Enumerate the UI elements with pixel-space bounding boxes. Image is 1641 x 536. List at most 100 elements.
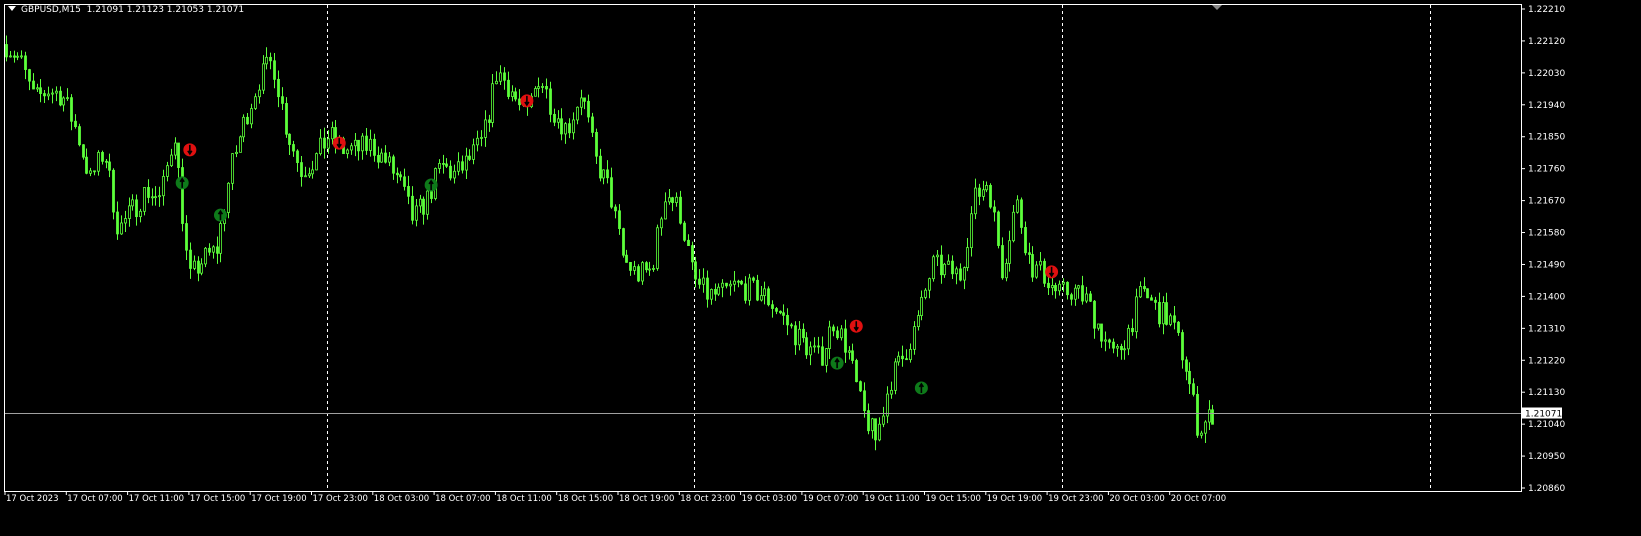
candle-body <box>357 139 360 152</box>
candle-body <box>1035 264 1038 278</box>
candle <box>116 201 119 240</box>
candle-body <box>20 55 23 58</box>
candle <box>928 277 931 299</box>
candle-body <box>269 56 272 62</box>
candle-body <box>537 86 540 89</box>
candle <box>534 86 537 97</box>
candle <box>867 403 870 435</box>
candle-body <box>258 89 261 98</box>
candle-body <box>637 266 640 282</box>
candle <box>618 204 621 235</box>
candle-body <box>702 277 705 285</box>
candle <box>706 270 709 308</box>
x-tick-label: 20 Oct 07:00 <box>1171 494 1226 504</box>
candle <box>1162 296 1165 335</box>
candle <box>943 262 946 278</box>
candle-body <box>863 390 866 412</box>
candle <box>258 84 261 104</box>
candle <box>407 175 410 205</box>
candle-body <box>28 69 31 82</box>
candle <box>197 256 200 282</box>
candle-body <box>139 210 142 218</box>
candle-body <box>714 289 717 295</box>
candle <box>924 288 927 300</box>
candle <box>541 83 544 94</box>
candle <box>625 249 628 263</box>
candle-body <box>112 169 115 213</box>
x-tick-label: 20 Oct 03:00 <box>1109 494 1164 504</box>
candle-body <box>840 328 843 339</box>
candle-body <box>897 355 900 363</box>
candle <box>947 254 950 265</box>
y-tick-label: 1.22210 <box>1528 5 1565 15</box>
candle <box>82 144 85 160</box>
candle <box>560 108 563 141</box>
candle <box>491 73 494 128</box>
candle <box>729 280 732 296</box>
candle <box>457 152 460 176</box>
candle <box>507 71 510 100</box>
candle <box>85 148 88 175</box>
candle-body <box>848 350 851 353</box>
sell-arrow-icon <box>520 94 534 108</box>
candle-body <box>89 170 92 174</box>
candle-body <box>1165 302 1168 325</box>
candle-body <box>871 418 874 432</box>
candle <box>62 96 65 112</box>
candle <box>901 345 904 367</box>
candle <box>403 168 406 191</box>
chart-shift-marker[interactable] <box>1212 5 1222 10</box>
dropdown-triangle-icon[interactable] <box>8 6 16 11</box>
candle-body <box>1070 294 1073 300</box>
candle <box>208 243 211 256</box>
candle <box>782 304 785 325</box>
candle <box>583 97 586 110</box>
candle-body <box>943 263 946 276</box>
candle-body <box>300 162 303 177</box>
candle-body <box>1054 285 1057 292</box>
candle <box>101 150 104 165</box>
candle-body <box>254 96 257 109</box>
candle-body <box>189 249 192 269</box>
candle-body <box>235 151 238 155</box>
candle-body <box>959 268 962 281</box>
x-tick-label: 19 Oct 15:00 <box>926 494 981 504</box>
candle <box>641 261 644 285</box>
candle-body <box>174 142 177 156</box>
candle-body <box>242 116 245 138</box>
price-chart[interactable]: 1.22210 1.22120 1.22030 1.21940 1.21850 1.217… <box>0 0 1641 536</box>
candle-body <box>821 346 824 366</box>
candle <box>687 234 690 246</box>
candle <box>1200 430 1203 439</box>
candle-body <box>1085 293 1088 302</box>
candle-body <box>721 282 724 288</box>
candle-body <box>85 156 88 174</box>
candle <box>239 135 242 153</box>
candle-body <box>1196 393 1199 436</box>
x-tick-label: 19 Oct 19:00 <box>987 494 1042 504</box>
buy-arrow-icon <box>424 178 438 192</box>
candle <box>1100 323 1103 348</box>
candle-body <box>392 156 395 174</box>
candle-body <box>767 288 770 306</box>
candle-body <box>124 218 127 224</box>
candle <box>181 158 184 232</box>
candle <box>595 128 598 164</box>
candle <box>55 86 58 102</box>
candle <box>242 114 245 143</box>
candle <box>1185 356 1188 381</box>
candle <box>1097 323 1100 331</box>
candle <box>1177 321 1180 336</box>
candle-body <box>514 91 517 100</box>
candle-body <box>13 55 16 58</box>
candle-body <box>595 132 598 157</box>
candle <box>281 87 284 110</box>
candle <box>143 187 146 216</box>
candle <box>204 247 207 268</box>
candle <box>740 279 743 286</box>
candle <box>1089 291 1092 303</box>
candle <box>848 346 851 360</box>
candle <box>70 94 73 131</box>
candle <box>166 161 169 182</box>
candle-body <box>399 174 402 178</box>
